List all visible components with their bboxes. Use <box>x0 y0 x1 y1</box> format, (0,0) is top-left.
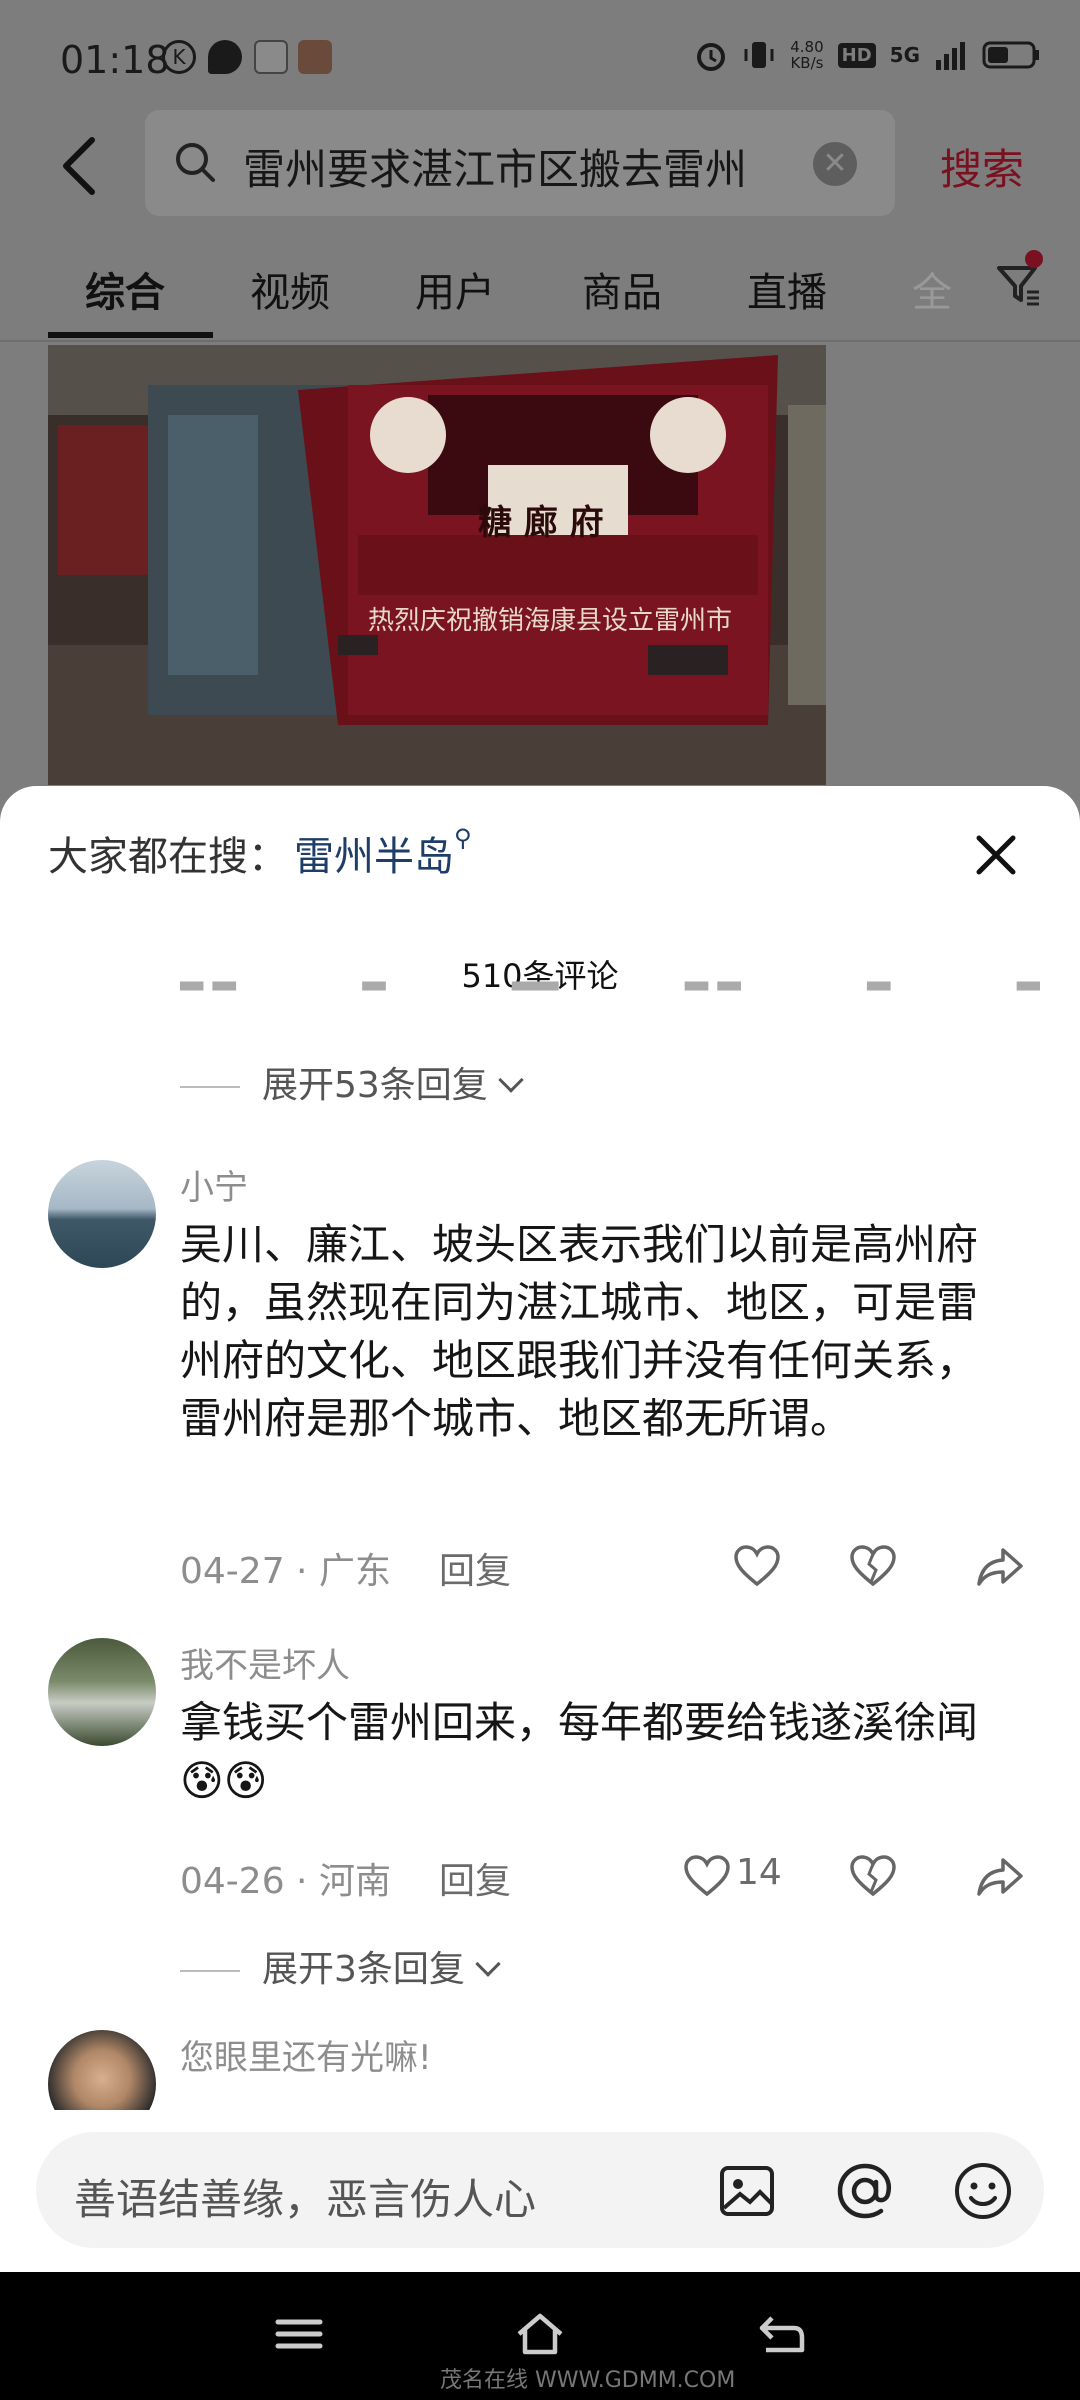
comment-username[interactable]: 小宁 <box>180 1160 248 1209</box>
comment-input-bar: 善语结善缘，恶言伤人心 <box>0 2110 1080 2272</box>
active-tab-underline <box>48 332 213 338</box>
search-icon <box>176 143 215 182</box>
tab-users[interactable]: 用户 <box>415 260 495 318</box>
tab-video[interactable]: 视频 <box>250 260 330 318</box>
clear-icon[interactable]: ✕ <box>813 142 857 186</box>
k-app-icon: K <box>162 40 196 74</box>
search-input[interactable]: 雷州要求湛江市区搬去雷州 ✕ <box>145 110 895 216</box>
vibrate-icon <box>744 42 774 68</box>
avatar[interactable] <box>48 1638 156 1746</box>
share-icon[interactable] <box>975 1542 1025 1592</box>
battery-icon <box>982 41 1039 69</box>
tab-all[interactable]: 全 <box>912 260 952 318</box>
tab-products[interactable]: 商品 <box>582 260 662 318</box>
search-query: 雷州要求湛江市区搬去雷州 <box>243 145 748 194</box>
system-navigation-bar: 茂名在线 WWW.GDMM.COM <box>0 2272 1080 2400</box>
image-icon[interactable] <box>716 2160 778 2222</box>
dislike-heart-icon[interactable] <box>848 1542 898 1592</box>
status-right-icons: 4.80 KB/s HD 5G <box>694 38 1040 72</box>
hot-search-label: 大家都在搜： <box>48 834 288 880</box>
search-bar: 雷州要求湛江市区搬去雷州 ✕ 搜索 <box>0 110 1080 220</box>
comment-username[interactable]: 我不是坏人 <box>180 1638 350 1687</box>
alarm-icon <box>697 43 726 71</box>
back-arrow-icon[interactable] <box>58 136 102 196</box>
expand-replies-label: 展开53条回复 <box>262 1065 488 1106</box>
tabs-divider <box>0 340 1080 342</box>
result-tabs: 综合 视频 用户 商品 直播 全 <box>0 250 1080 340</box>
search-button[interactable]: 搜索 <box>940 136 1024 197</box>
tab-overview[interactable]: 综合 <box>85 260 165 318</box>
video-thumbnail[interactable]: 糖 廊 府 热烈庆祝撤销海康县设立雷州市 <box>48 345 826 785</box>
dislike-heart-icon[interactable] <box>848 1852 898 1902</box>
thumbnail-banner: 热烈庆祝撤销海康县设立雷州市 <box>368 606 733 636</box>
comment-username[interactable]: 您眼里还有光嘛! <box>180 2030 432 2079</box>
like-count: 14 <box>736 1852 782 1893</box>
comment-date: 04-27 <box>180 1551 285 1592</box>
menu-icon[interactable] <box>272 2310 326 2358</box>
comment-text: 吴川、廉江、坡头区表示我们以前是高州府的，虽然现在同为湛江城市、地区，可是雷州府… <box>180 1220 979 1443</box>
comment-input[interactable]: 善语结善缘，恶言伤人心 <box>36 2132 1044 2248</box>
expand-line <box>180 1086 240 1088</box>
search-results-background: 01:18 K 4.80 KB/s HD 5G 雷州要求湛江市区搬去雷州 ✕ 搜… <box>0 0 1080 800</box>
comment-location: 广东 <box>318 1551 391 1592</box>
emoji-icon[interactable] <box>952 2160 1014 2222</box>
hd-badge: HD <box>837 42 876 68</box>
comment-meta: 04-27 · 广东 回复 <box>180 1551 511 1592</box>
comment-date: 04-26 <box>180 1861 285 1902</box>
share-icon[interactable] <box>975 1852 1025 1902</box>
status-time: 01:18 <box>60 38 170 82</box>
comment-meta: 04-26 · 河南 回复 <box>180 1861 511 1902</box>
comment-input-placeholder: 善语结善缘，恶言伤人心 <box>74 2175 537 2224</box>
expand-replies-label: 展开3条回复 <box>262 1949 465 1990</box>
scrolled-comment-meta: ▂ ▂▂▂▂▂ ▂▂▂ <box>180 978 1040 996</box>
like-heart-icon[interactable] <box>682 1852 732 1902</box>
like-heart-icon[interactable] <box>732 1542 782 1592</box>
expand-replies-button[interactable]: 展开3条回复 <box>180 1940 501 1992</box>
mail-app-icon <box>254 40 288 74</box>
net-speed: 4.80 KB/s <box>790 38 824 72</box>
mention-icon[interactable] <box>834 2160 896 2222</box>
comment-text: 拿钱买个雷州回来，每年都要给钱遂溪徐闻😰😰 <box>180 1698 979 1805</box>
network-type: 5G <box>889 43 920 67</box>
expand-line <box>180 1970 240 1972</box>
back-icon[interactable] <box>754 2310 808 2358</box>
parade-float-image <box>48 345 826 785</box>
keyword-search-icon: ⚲ <box>454 824 472 852</box>
status-bar: 01:18 K 4.80 KB/s HD 5G <box>0 0 1080 120</box>
close-icon[interactable] <box>975 834 1017 876</box>
reply-button[interactable]: 回复 <box>439 1551 511 1592</box>
reply-button[interactable]: 回复 <box>439 1861 511 1902</box>
comment-location: 河南 <box>318 1861 391 1902</box>
comments-sheet: 大家都在搜：雷州半岛⚲ 510条评论 ▂ ▂▂▂▂▂ ▂▂▂ 展开53条回复 小… <box>0 786 1080 2272</box>
chevron-down-icon <box>475 1951 501 1977</box>
hot-search-bar: 大家都在搜： 雷州半岛⚲ <box>48 824 472 882</box>
signal-icon <box>936 42 965 70</box>
home-icon[interactable] <box>513 2310 567 2358</box>
expand-replies-button[interactable]: 展开53条回复 <box>180 1056 524 1108</box>
game-app-icon <box>298 40 332 74</box>
chat-icon <box>208 40 242 74</box>
tab-live[interactable]: 直播 <box>747 260 827 318</box>
avatar[interactable] <box>48 1160 156 1268</box>
chevron-down-icon <box>498 1067 524 1093</box>
thumbnail-sign: 糖 廊 府 <box>478 503 604 543</box>
filter-notification-dot <box>1025 250 1043 268</box>
hot-search-keyword[interactable]: 雷州半岛 <box>294 834 454 880</box>
watermark: 茂名在线 WWW.GDMM.COM <box>440 2368 736 2393</box>
